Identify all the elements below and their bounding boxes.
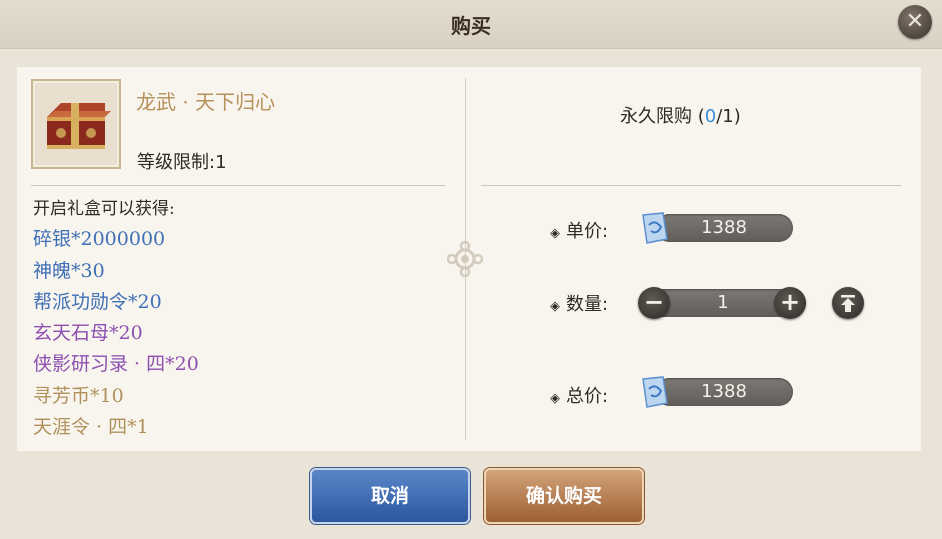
coupon-icon: [642, 212, 668, 244]
level-requirement: 等级限制:1: [137, 152, 227, 173]
reward-item: 神魄*30: [33, 260, 105, 282]
minus-button[interactable]: −: [638, 287, 670, 319]
unit-price-value: 1388: [655, 214, 793, 242]
purchase-limit: 永久限购 (0/1): [620, 102, 741, 128]
limit-current: 0: [704, 106, 717, 127]
confirm-purchase-button[interactable]: 确认购买: [484, 468, 644, 524]
total-price-text: 总价:: [566, 386, 609, 407]
total-price-value: 1388: [655, 378, 793, 406]
limit-prefix: 永久限购 (: [620, 106, 705, 127]
dialog-title: 购买: [451, 14, 491, 38]
close-icon[interactable]: ✕: [898, 5, 932, 39]
diamond-bullet-icon: ◈: [550, 226, 560, 241]
diamond-bullet-icon: ◈: [550, 391, 560, 406]
total-price-label: ◈ 总价:: [550, 382, 608, 408]
limit-suffix: /1): [716, 106, 741, 127]
reward-item: 天涯令 · 四*1: [33, 416, 149, 438]
gift-chest-icon: [47, 103, 111, 149]
reward-item: 帮派功勋令*20: [33, 291, 162, 313]
divider: [481, 185, 901, 186]
divider: [31, 185, 445, 186]
title-bar: 购买 ✕: [0, 0, 942, 49]
reward-item: 碎银*2000000: [33, 228, 166, 250]
reward-item: 玄天石母*20: [33, 322, 143, 344]
unit-price-text: 单价:: [566, 221, 609, 242]
quantity-label: ◈ 数量:: [550, 290, 608, 316]
reward-item: 侠影研习录 · 四*20: [33, 353, 199, 375]
max-button[interactable]: [832, 287, 864, 319]
max-arrow-icon: [841, 295, 855, 312]
unit-price-label: ◈ 单价:: [550, 217, 608, 243]
ornament-icon: [447, 241, 483, 277]
plus-button[interactable]: +: [774, 287, 806, 319]
coupon-icon: [642, 376, 668, 408]
cancel-button[interactable]: 取消: [310, 468, 470, 524]
item-name: 龙武 · 天下归心: [136, 90, 276, 114]
reward-item: 寻芳币*10: [33, 385, 124, 407]
quantity-text: 数量:: [566, 294, 609, 315]
reward-heading: 开启礼盒可以获得:: [33, 199, 175, 219]
item-slot[interactable]: [31, 79, 121, 169]
diamond-bullet-icon: ◈: [550, 299, 560, 314]
